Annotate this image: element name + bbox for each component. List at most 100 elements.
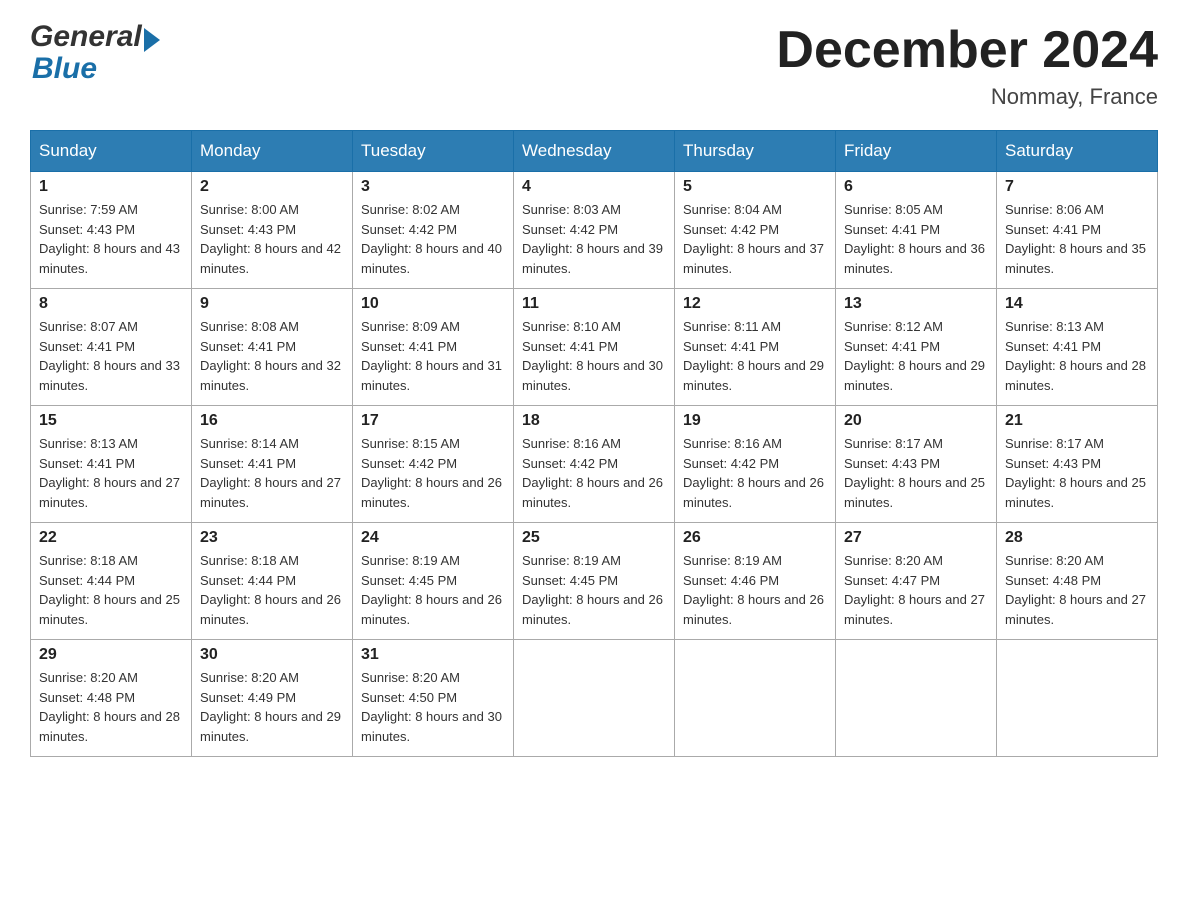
day-info: Sunrise: 8:13 AM Sunset: 4:41 PM Dayligh… [1005, 317, 1149, 395]
logo: General Blue [30, 20, 160, 86]
calendar-week-row: 8 Sunrise: 8:07 AM Sunset: 4:41 PM Dayli… [31, 289, 1158, 406]
day-info: Sunrise: 7:59 AM Sunset: 4:43 PM Dayligh… [39, 200, 183, 278]
table-row: 26 Sunrise: 8:19 AM Sunset: 4:46 PM Dayl… [675, 523, 836, 640]
calendar-week-row: 1 Sunrise: 7:59 AM Sunset: 4:43 PM Dayli… [31, 172, 1158, 289]
day-info: Sunrise: 8:05 AM Sunset: 4:41 PM Dayligh… [844, 200, 988, 278]
day-number: 6 [844, 178, 988, 196]
day-info: Sunrise: 8:00 AM Sunset: 4:43 PM Dayligh… [200, 200, 344, 278]
day-number: 26 [683, 529, 827, 547]
calendar-week-row: 22 Sunrise: 8:18 AM Sunset: 4:44 PM Dayl… [31, 523, 1158, 640]
calendar-header-row: Sunday Monday Tuesday Wednesday Thursday… [31, 131, 1158, 172]
col-sunday: Sunday [31, 131, 192, 172]
table-row: 22 Sunrise: 8:18 AM Sunset: 4:44 PM Dayl… [31, 523, 192, 640]
day-info: Sunrise: 8:18 AM Sunset: 4:44 PM Dayligh… [39, 551, 183, 629]
day-info: Sunrise: 8:07 AM Sunset: 4:41 PM Dayligh… [39, 317, 183, 395]
table-row [514, 640, 675, 757]
day-number: 28 [1005, 529, 1149, 547]
day-info: Sunrise: 8:04 AM Sunset: 4:42 PM Dayligh… [683, 200, 827, 278]
day-number: 23 [200, 529, 344, 547]
logo-general-text: General [30, 20, 142, 54]
logo-blue-text: Blue [32, 52, 97, 86]
col-wednesday: Wednesday [514, 131, 675, 172]
day-info: Sunrise: 8:20 AM Sunset: 4:48 PM Dayligh… [39, 668, 183, 746]
logo-triangle-icon [144, 28, 160, 52]
table-row [836, 640, 997, 757]
day-info: Sunrise: 8:19 AM Sunset: 4:46 PM Dayligh… [683, 551, 827, 629]
calendar-table: Sunday Monday Tuesday Wednesday Thursday… [30, 130, 1158, 757]
table-row: 19 Sunrise: 8:16 AM Sunset: 4:42 PM Dayl… [675, 406, 836, 523]
day-number: 7 [1005, 178, 1149, 196]
day-number: 16 [200, 412, 344, 430]
day-number: 9 [200, 295, 344, 313]
day-number: 4 [522, 178, 666, 196]
table-row: 11 Sunrise: 8:10 AM Sunset: 4:41 PM Dayl… [514, 289, 675, 406]
day-number: 31 [361, 646, 505, 664]
day-number: 12 [683, 295, 827, 313]
table-row: 7 Sunrise: 8:06 AM Sunset: 4:41 PM Dayli… [997, 172, 1158, 289]
day-number: 17 [361, 412, 505, 430]
table-row: 1 Sunrise: 7:59 AM Sunset: 4:43 PM Dayli… [31, 172, 192, 289]
day-info: Sunrise: 8:20 AM Sunset: 4:47 PM Dayligh… [844, 551, 988, 629]
day-number: 22 [39, 529, 183, 547]
col-monday: Monday [192, 131, 353, 172]
day-number: 25 [522, 529, 666, 547]
day-info: Sunrise: 8:09 AM Sunset: 4:41 PM Dayligh… [361, 317, 505, 395]
table-row: 29 Sunrise: 8:20 AM Sunset: 4:48 PM Dayl… [31, 640, 192, 757]
day-info: Sunrise: 8:03 AM Sunset: 4:42 PM Dayligh… [522, 200, 666, 278]
day-info: Sunrise: 8:20 AM Sunset: 4:49 PM Dayligh… [200, 668, 344, 746]
day-info: Sunrise: 8:12 AM Sunset: 4:41 PM Dayligh… [844, 317, 988, 395]
day-info: Sunrise: 8:02 AM Sunset: 4:42 PM Dayligh… [361, 200, 505, 278]
table-row: 15 Sunrise: 8:13 AM Sunset: 4:41 PM Dayl… [31, 406, 192, 523]
table-row: 31 Sunrise: 8:20 AM Sunset: 4:50 PM Dayl… [353, 640, 514, 757]
day-number: 20 [844, 412, 988, 430]
day-number: 3 [361, 178, 505, 196]
day-number: 14 [1005, 295, 1149, 313]
day-number: 30 [200, 646, 344, 664]
day-number: 24 [361, 529, 505, 547]
day-info: Sunrise: 8:14 AM Sunset: 4:41 PM Dayligh… [200, 434, 344, 512]
day-number: 21 [1005, 412, 1149, 430]
table-row: 25 Sunrise: 8:19 AM Sunset: 4:45 PM Dayl… [514, 523, 675, 640]
title-section: December 2024 Nommay, France [776, 20, 1158, 110]
day-info: Sunrise: 8:20 AM Sunset: 4:50 PM Dayligh… [361, 668, 505, 746]
table-row: 27 Sunrise: 8:20 AM Sunset: 4:47 PM Dayl… [836, 523, 997, 640]
table-row [997, 640, 1158, 757]
col-saturday: Saturday [997, 131, 1158, 172]
col-tuesday: Tuesday [353, 131, 514, 172]
day-number: 5 [683, 178, 827, 196]
day-number: 10 [361, 295, 505, 313]
month-title: December 2024 [776, 20, 1158, 80]
day-info: Sunrise: 8:16 AM Sunset: 4:42 PM Dayligh… [522, 434, 666, 512]
table-row: 6 Sunrise: 8:05 AM Sunset: 4:41 PM Dayli… [836, 172, 997, 289]
day-info: Sunrise: 8:17 AM Sunset: 4:43 PM Dayligh… [844, 434, 988, 512]
table-row: 2 Sunrise: 8:00 AM Sunset: 4:43 PM Dayli… [192, 172, 353, 289]
day-info: Sunrise: 8:10 AM Sunset: 4:41 PM Dayligh… [522, 317, 666, 395]
day-info: Sunrise: 8:11 AM Sunset: 4:41 PM Dayligh… [683, 317, 827, 395]
table-row: 16 Sunrise: 8:14 AM Sunset: 4:41 PM Dayl… [192, 406, 353, 523]
day-info: Sunrise: 8:16 AM Sunset: 4:42 PM Dayligh… [683, 434, 827, 512]
day-info: Sunrise: 8:17 AM Sunset: 4:43 PM Dayligh… [1005, 434, 1149, 512]
day-number: 19 [683, 412, 827, 430]
table-row: 23 Sunrise: 8:18 AM Sunset: 4:44 PM Dayl… [192, 523, 353, 640]
table-row [675, 640, 836, 757]
table-row: 5 Sunrise: 8:04 AM Sunset: 4:42 PM Dayli… [675, 172, 836, 289]
table-row: 24 Sunrise: 8:19 AM Sunset: 4:45 PM Dayl… [353, 523, 514, 640]
day-info: Sunrise: 8:15 AM Sunset: 4:42 PM Dayligh… [361, 434, 505, 512]
table-row: 13 Sunrise: 8:12 AM Sunset: 4:41 PM Dayl… [836, 289, 997, 406]
table-row: 9 Sunrise: 8:08 AM Sunset: 4:41 PM Dayli… [192, 289, 353, 406]
page-header: General Blue December 2024 Nommay, Franc… [30, 20, 1158, 110]
table-row: 8 Sunrise: 8:07 AM Sunset: 4:41 PM Dayli… [31, 289, 192, 406]
table-row: 21 Sunrise: 8:17 AM Sunset: 4:43 PM Dayl… [997, 406, 1158, 523]
table-row: 4 Sunrise: 8:03 AM Sunset: 4:42 PM Dayli… [514, 172, 675, 289]
day-number: 15 [39, 412, 183, 430]
day-info: Sunrise: 8:08 AM Sunset: 4:41 PM Dayligh… [200, 317, 344, 395]
day-number: 18 [522, 412, 666, 430]
day-number: 13 [844, 295, 988, 313]
day-number: 1 [39, 178, 183, 196]
table-row: 14 Sunrise: 8:13 AM Sunset: 4:41 PM Dayl… [997, 289, 1158, 406]
day-info: Sunrise: 8:19 AM Sunset: 4:45 PM Dayligh… [522, 551, 666, 629]
day-number: 8 [39, 295, 183, 313]
table-row: 20 Sunrise: 8:17 AM Sunset: 4:43 PM Dayl… [836, 406, 997, 523]
table-row: 12 Sunrise: 8:11 AM Sunset: 4:41 PM Dayl… [675, 289, 836, 406]
table-row: 30 Sunrise: 8:20 AM Sunset: 4:49 PM Dayl… [192, 640, 353, 757]
